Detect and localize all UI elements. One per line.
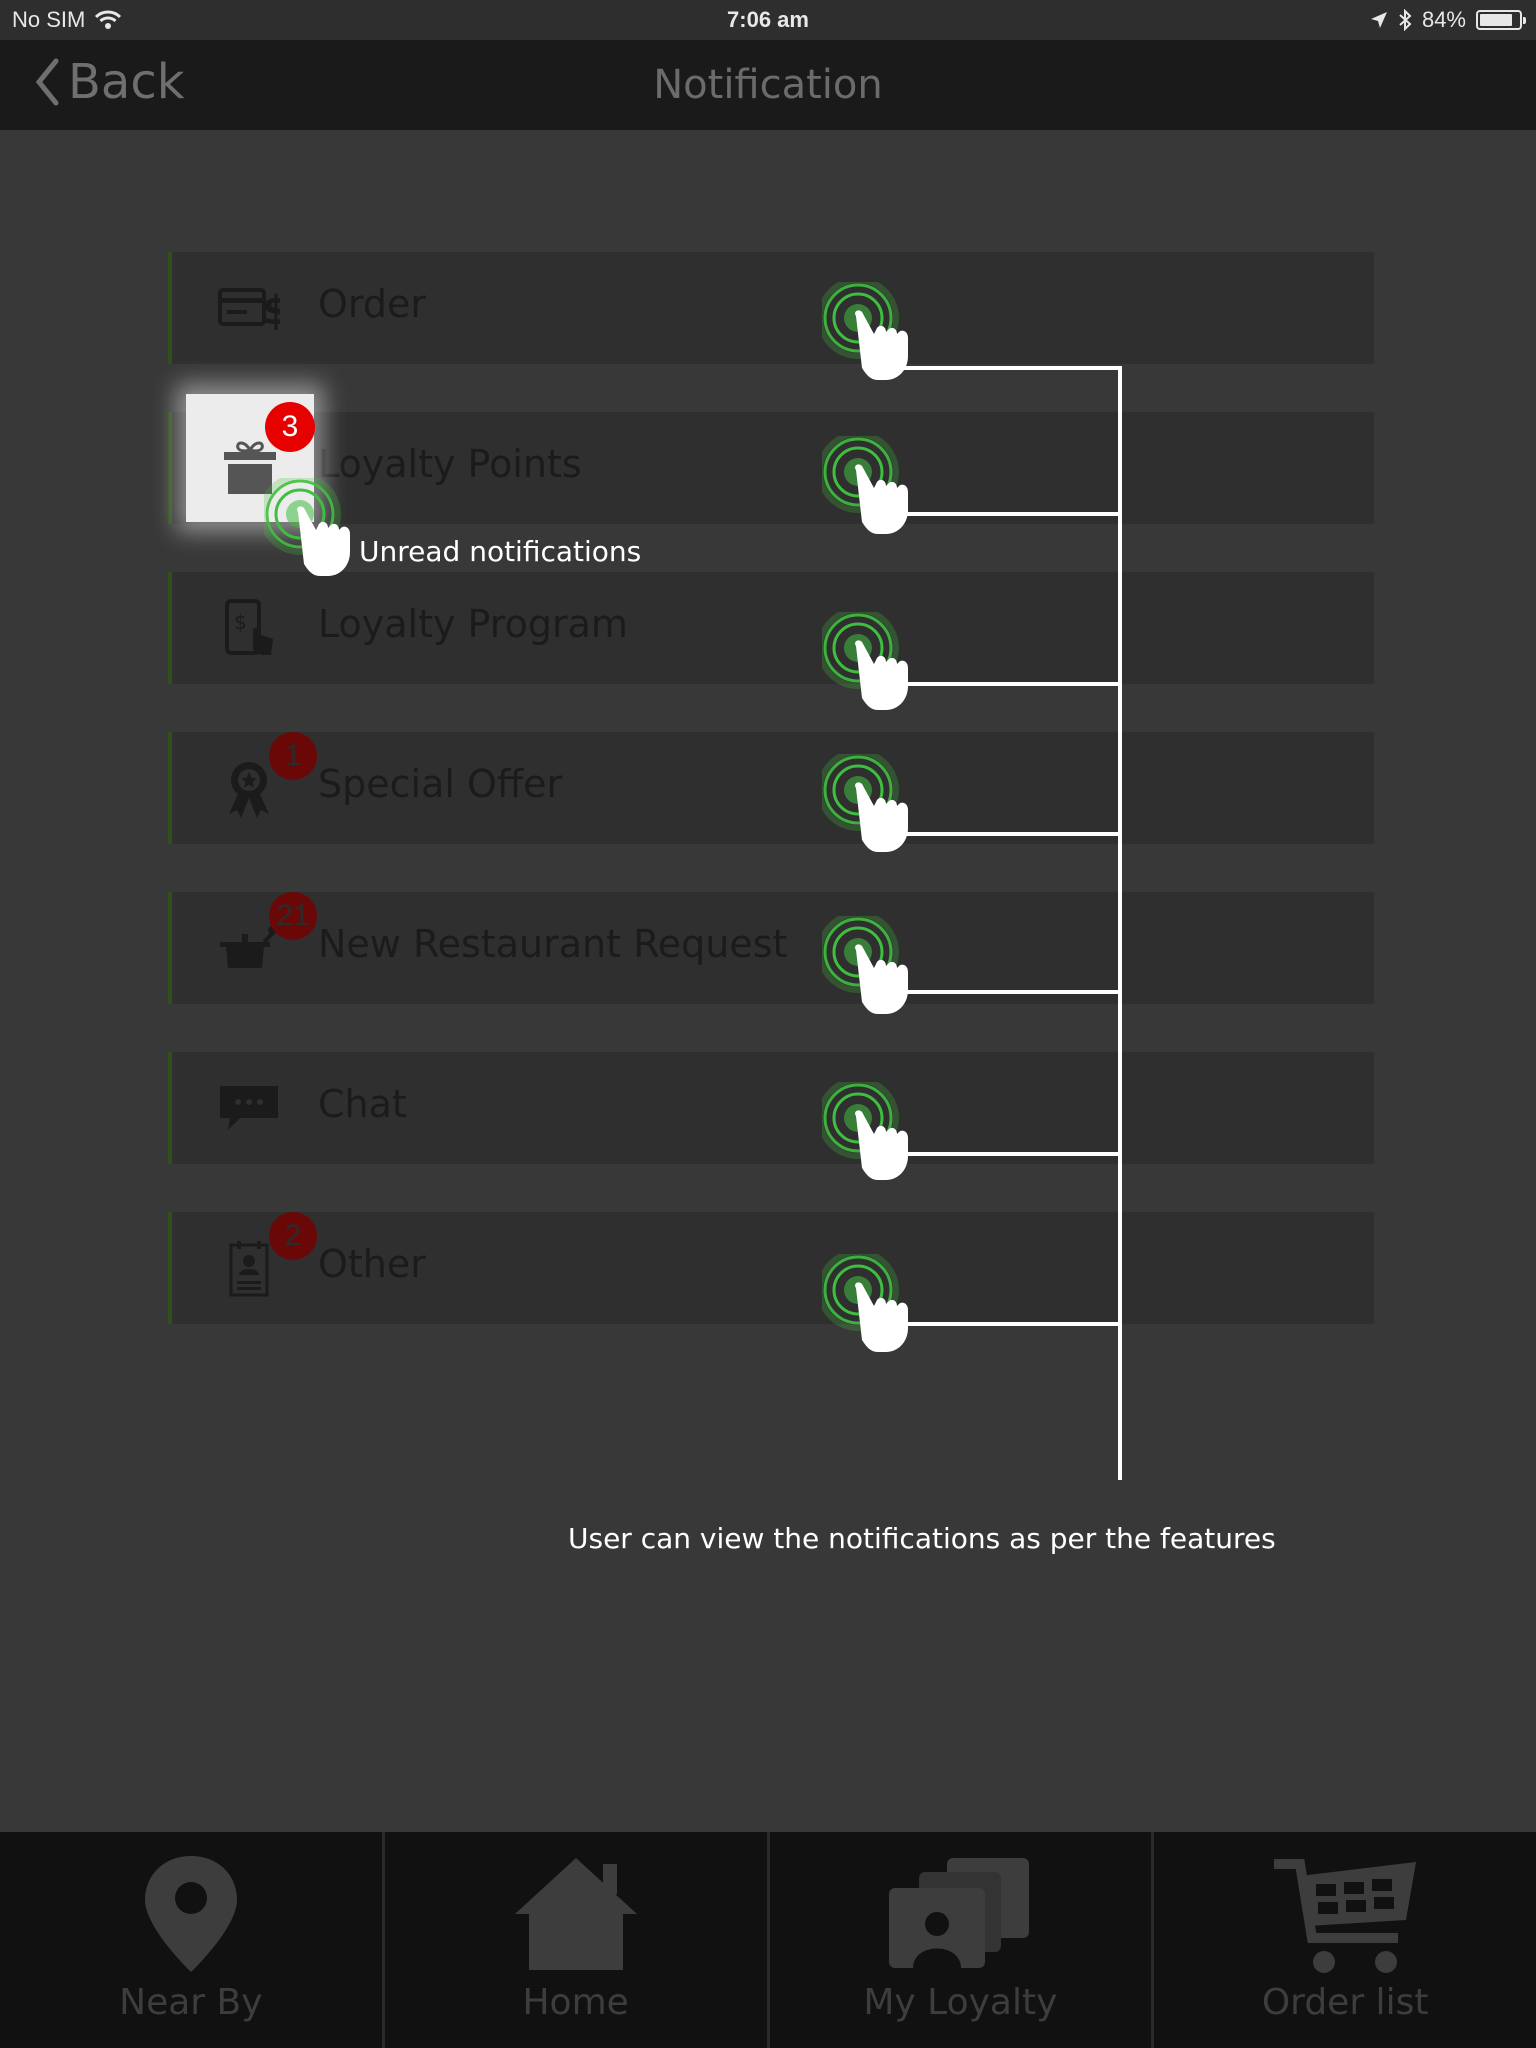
tab-my-loyalty[interactable]: My Loyalty (770, 1832, 1155, 2048)
tab-label: My Loyalty (863, 1982, 1058, 2023)
loyalty-cards-icon (770, 1854, 1152, 1974)
tap-indicator-icon (817, 277, 962, 406)
tap-indicator-icon (817, 911, 962, 1040)
tap-indicator-icon (817, 1077, 962, 1206)
tap-indicator-icon (817, 749, 962, 878)
tap-indicator-icon (817, 1249, 962, 1378)
tab-home[interactable]: Home (385, 1832, 770, 2048)
tutorial-connector-lines (892, 366, 1122, 1480)
tab-label: Near By (119, 1982, 263, 2023)
tab-order-list[interactable]: Order list (1154, 1832, 1536, 2048)
map-pin-icon (0, 1854, 382, 1974)
cart-icon (1154, 1854, 1536, 1978)
tab-label: Order list (1261, 1982, 1429, 2023)
tab-near-by[interactable]: Near By (0, 1832, 385, 2048)
unread-annotation: Unread notifications (359, 535, 642, 568)
home-icon (385, 1854, 767, 1974)
summary-annotation: User can view the notifications as per t… (568, 1522, 1276, 1555)
tab-label: Home (522, 1982, 629, 2023)
tab-bar: Near By Home My Loyalty Order list (0, 1832, 1536, 2048)
tap-indicator-icon (817, 431, 962, 560)
tap-indicator-icon (817, 607, 962, 736)
